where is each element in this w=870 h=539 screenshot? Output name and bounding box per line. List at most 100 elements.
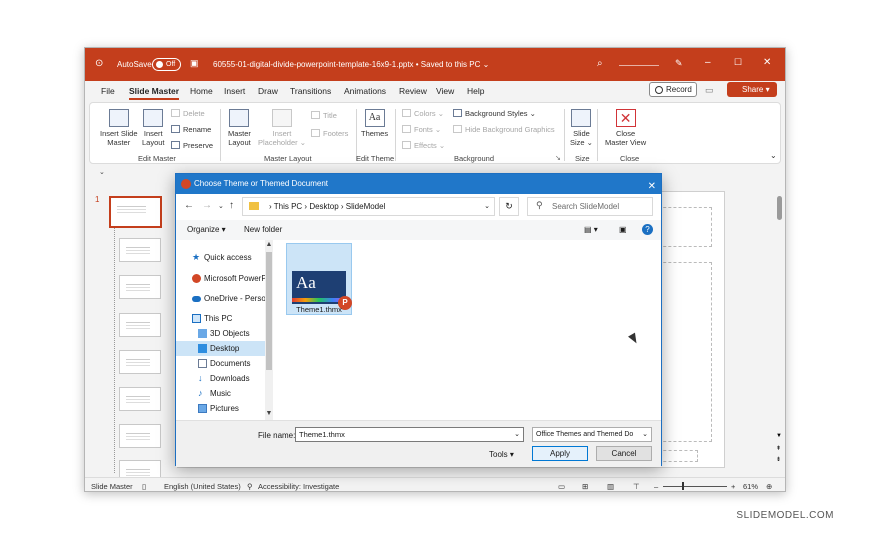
nav-documents[interactable]: Documents [176,356,267,371]
nav-this-pc[interactable]: This PC [176,311,267,326]
layout-thumbnail[interactable] [119,275,161,299]
scroll-up-icon[interactable]: ▲ [265,241,273,248]
file-type-select[interactable]: Office Themes and Themed Do ⌄ [532,427,652,442]
breadcrumb-this-pc[interactable]: This PC [274,202,302,211]
delete-button[interactable]: Delete [171,109,205,118]
record-button[interactable]: Record [649,82,697,97]
menu-transitions[interactable]: Transitions [290,86,331,96]
colors-button[interactable]: Colors ⌄ [402,109,444,118]
chevron-down-icon[interactable]: ⌄ [514,428,520,441]
effects-button[interactable]: Effects ⌄ [402,141,445,150]
file-name-input[interactable]: Theme1.thmx ⌄ [295,427,524,442]
menu-slide-master[interactable]: Slide Master [129,86,180,100]
up-arrow-icon[interactable]: ↑ [229,200,234,211]
nav-desktop[interactable]: Desktop [176,341,267,356]
menu-draw[interactable]: Draw [258,86,278,96]
comment-icon[interactable]: ▭ [705,85,714,96]
share-button[interactable]: Share ▾ [727,82,777,97]
menu-insert[interactable]: Insert [224,86,245,96]
search-icon[interactable]: ⌕ [597,58,603,69]
vertical-scrollbar[interactable]: ▼ ⇞ ⇟ [775,188,785,478]
scroll-down-icon[interactable]: ▼ [265,410,273,417]
minimize-icon[interactable]: – [705,57,711,68]
recent-locations-icon[interactable]: ⌄ [218,202,224,210]
preview-pane-icon[interactable]: ▣ [619,225,627,234]
dialog-launcher-icon[interactable]: ↘ [555,154,561,163]
close-master-view-button[interactable]: ✕ Close Master View [605,109,646,147]
nav-3d-objects[interactable]: 3D Objects [176,326,267,341]
hide-background-graphics-checkbox[interactable]: Hide Background Graphics [453,125,555,134]
nav-microsoft-powerpoint[interactable]: Microsoft PowerP [176,271,267,286]
breadcrumb-desktop[interactable]: Desktop [309,202,338,211]
layout-thumbnail[interactable] [119,313,161,337]
zoom-out-icon[interactable]: – [654,482,658,491]
status-accessibility[interactable]: Accessibility: Investigate [258,482,339,491]
nav-music[interactable]: ♪ Music [176,386,267,401]
preserve-button[interactable]: Preserve [171,141,213,150]
slide-sorter-icon[interactable]: ⊞ [582,482,588,491]
layout-thumbnail[interactable] [119,238,161,262]
footer-placeholder[interactable] [658,450,698,462]
view-options-icon[interactable]: ▤ ▾ [584,225,598,234]
scrollbar-thumb[interactable] [266,252,272,370]
pen-icon[interactable]: ✎ [675,58,683,69]
layout-thumbnail[interactable] [119,424,161,448]
master-layout-button[interactable]: Master Layout [228,109,251,147]
cancel-button[interactable]: Cancel [596,446,652,461]
back-arrow-icon[interactable]: ← [184,200,194,211]
notes-icon[interactable]: ▯ [142,482,146,491]
forward-arrow-icon[interactable]: → [202,200,212,211]
zoom-slider-knob[interactable] [682,482,684,490]
layout-thumbnail[interactable] [119,350,161,374]
menu-help[interactable]: Help [467,86,484,96]
next-slide-icon[interactable]: ⇟ [776,456,781,463]
reading-view-icon[interactable]: ▥ [607,482,614,491]
fonts-button[interactable]: Fonts ⌄ [402,125,441,134]
save-icon[interactable]: ⊙ [95,58,103,69]
autosave-toggle[interactable]: Off [152,58,181,71]
scrollbar-thumb[interactable] [777,196,782,220]
slideshow-icon[interactable]: ⊤ [633,482,640,491]
menu-animations[interactable]: Animations [344,86,386,96]
slide-size-button[interactable]: Slide Size ⌄ [570,109,593,147]
theme-file-item[interactable]: Aa P Theme1.thmx [286,243,352,315]
nav-pictures[interactable]: Pictures [176,401,267,416]
scroll-down-icon[interactable]: ▼ [776,433,782,439]
menu-home[interactable]: Home [190,86,213,96]
insert-slide-master-button[interactable]: Insert Slide Master [100,109,138,147]
menu-file[interactable]: File [101,86,115,96]
themes-button[interactable]: Aa Themes [361,109,388,138]
status-language[interactable]: English (United States) [164,482,241,491]
refresh-button[interactable]: ↻ [499,197,519,216]
close-icon[interactable]: ✕ [763,57,771,68]
previous-slide-icon[interactable]: ⇞ [776,445,781,452]
layout-thumbnail[interactable] [119,387,161,411]
breadcrumb-slidemodel[interactable]: SlideModel [346,202,386,211]
disk-icon[interactable]: ▣ [190,58,199,69]
nav-onedrive[interactable]: OneDrive - Persor [176,291,267,306]
normal-view-icon[interactable]: ▭ [558,482,565,491]
help-icon[interactable]: ? [642,224,653,235]
zoom-in-icon[interactable]: + [731,482,735,491]
new-folder-button[interactable]: New folder [244,225,282,234]
tools-button[interactable]: Tools ▾ [489,450,514,459]
slide-master-thumbnail[interactable] [109,196,162,228]
background-styles-button[interactable]: Background Styles ⌄ [453,109,536,118]
collapse-ribbon-icon[interactable]: ⌄ [770,151,777,160]
document-title[interactable]: 60555-01-digital-divide-powerpoint-templ… [213,60,489,69]
customize-qat-icon[interactable]: ⌄ [99,168,105,176]
footers-checkbox[interactable]: Footers [311,129,348,138]
menu-view[interactable]: View [436,86,454,96]
breadcrumb[interactable]: › This PC › Desktop › SlideModel ⌄ [242,197,495,216]
apply-button[interactable]: Apply [532,446,588,461]
organize-button[interactable]: Organize ▾ [187,225,226,234]
search-input[interactable]: Search SlideModel [527,197,653,216]
nav-downloads[interactable]: ↓ Downloads [176,371,267,386]
zoom-level[interactable]: 61% [743,482,758,491]
title-checkbox[interactable]: Title [311,111,337,120]
fit-to-window-icon[interactable]: ⊕ [766,482,772,491]
insert-placeholder-button[interactable]: Insert Placeholder ⌄ [258,109,306,147]
navigation-scrollbar[interactable]: ▲ ▼ [265,240,273,420]
title-search-box[interactable] [619,65,659,66]
menu-review[interactable]: Review [399,86,427,96]
